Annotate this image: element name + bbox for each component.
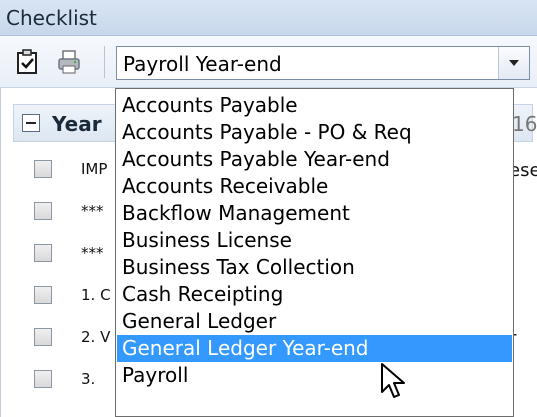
toolbar-separator (104, 46, 105, 78)
dropdown-option[interactable]: Accounts Payable Year-end (117, 146, 512, 173)
dropdown-option[interactable]: Business Tax Collection (117, 254, 512, 281)
clipboard-check-icon[interactable] (14, 49, 40, 75)
checklist-type-dropdown-list: Accounts Payable Accounts Payable - PO &… (115, 88, 514, 417)
task-text: 1. C (81, 286, 111, 304)
group-suffix: 16 (512, 112, 537, 136)
dropdown-option[interactable]: Accounts Receivable (117, 173, 512, 200)
combobox-value: Payroll Year-end (123, 52, 282, 76)
task-checkbox[interactable] (34, 202, 52, 220)
checklist-type-combobox[interactable]: Payroll Year-end (116, 46, 530, 80)
group-label: Year (52, 112, 102, 136)
task-checkbox[interactable] (34, 370, 52, 388)
task-text: 3. (81, 370, 96, 388)
checklist-panel-header: Checklist (0, 0, 537, 36)
panel-title: Checklist (6, 6, 97, 30)
task-checkbox[interactable] (34, 286, 52, 304)
task-checkbox[interactable] (34, 244, 52, 262)
printer-icon[interactable] (56, 49, 82, 75)
task-text: IMP (81, 160, 108, 178)
task-text: *** (81, 202, 104, 220)
dropdown-option[interactable]: General Ledger (117, 308, 512, 335)
task-checkbox[interactable] (34, 328, 52, 346)
dropdown-option[interactable]: Accounts Payable (117, 92, 512, 119)
dropdown-option[interactable]: Backflow Management (117, 200, 512, 227)
mouse-pointer-icon (381, 363, 405, 398)
dropdown-option[interactable]: Business License (117, 227, 512, 254)
dropdown-option[interactable]: Accounts Payable - PO & Req (117, 119, 512, 146)
chevron-down-icon[interactable] (498, 47, 529, 79)
dropdown-option[interactable]: Cash Receipting (117, 281, 512, 308)
task-checkbox[interactable] (34, 160, 52, 178)
task-text: 2. V (81, 328, 111, 346)
collapse-icon[interactable] (22, 114, 40, 132)
task-text: *** (81, 244, 104, 262)
dropdown-option-selected[interactable]: General Ledger Year-end (117, 335, 512, 362)
toolbar: Payroll Year-end (0, 36, 537, 88)
dropdown-option[interactable]: Payroll (117, 362, 512, 389)
